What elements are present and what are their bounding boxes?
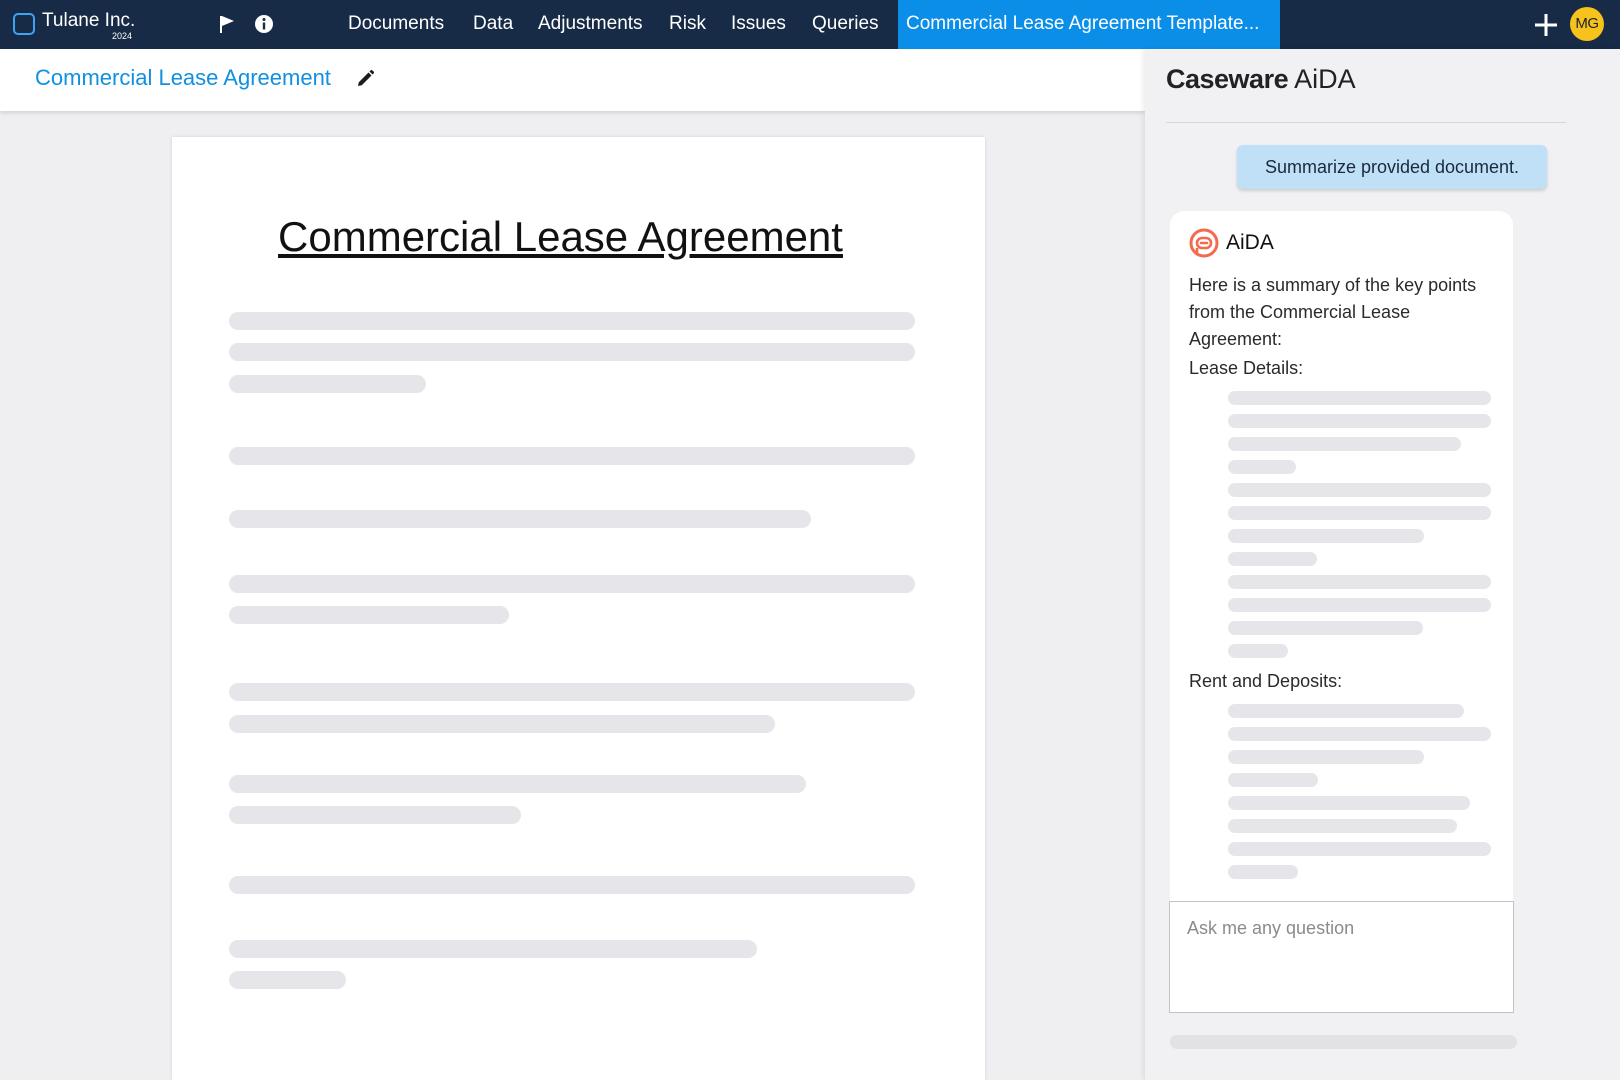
question-input-box[interactable] [1169,901,1514,1013]
text-placeholder-line [1228,598,1491,612]
text-placeholder-line [229,683,915,701]
panel-footer-placeholder [1170,1035,1517,1049]
text-placeholder-line [229,312,915,330]
tab-issues[interactable]: Issues [731,0,786,49]
text-placeholder-line [1228,621,1423,635]
company-name: Tulane Inc. [42,10,136,31]
text-placeholder-line [229,971,346,989]
top-navigation-bar: Tulane Inc. 2024 Documents Data Adjustme… [0,0,1620,49]
text-placeholder-line [1228,506,1491,520]
panel-brand-regular: AiDA [1288,64,1356,94]
flag-icon[interactable] [216,13,238,35]
text-placeholder-line [229,343,915,361]
panel-title: Caseware AiDA [1166,64,1356,95]
text-placeholder-line [229,806,521,824]
document-title: Commercial Lease Agreement [35,65,331,90]
tab-queries[interactable]: Queries [812,0,879,49]
assistant-name: AiDA [1226,231,1274,254]
section-rent-and-deposits: Rent and Deposits: [1189,671,1343,691]
text-placeholder-line [229,876,915,894]
tab-adjustments[interactable]: Adjustments [538,0,643,49]
user-avatar[interactable]: MG [1570,7,1604,41]
question-input[interactable] [1187,918,1497,939]
text-placeholder-line [1228,773,1318,787]
text-placeholder-line [1228,750,1424,764]
text-placeholder-line [1228,437,1461,451]
text-placeholder-line [1228,796,1470,810]
document-heading: Commercial Lease Agreement [278,213,843,260]
text-placeholder-line [1228,529,1424,543]
info-icon[interactable] [253,13,275,35]
plus-icon[interactable] [1533,12,1559,38]
tab-documents[interactable]: Documents [348,0,444,49]
text-placeholder-line [1228,704,1464,718]
text-placeholder-line [229,375,426,393]
text-placeholder-line [229,606,509,624]
text-placeholder-line [1228,460,1296,474]
panel-brand-bold: Caseware [1166,64,1289,94]
tab-data[interactable]: Data [473,0,513,49]
text-placeholder-line [1228,575,1491,589]
text-placeholder-line [1228,391,1491,405]
text-placeholder-line [229,775,806,793]
document-page: Commercial Lease Agreement [172,137,985,1080]
text-placeholder-line [229,940,757,958]
text-placeholder-line [229,510,811,528]
text-placeholder-line [1228,842,1491,856]
text-placeholder-line [1228,552,1317,566]
document-header: Commercial Lease Agreement [0,49,1145,111]
text-placeholder-line [1228,819,1457,833]
assistant-intro-text: Here is a summary of the key points from… [1189,275,1477,349]
panel-divider [1166,122,1566,123]
aida-panel: Caseware AiDA Summarize provided documen… [1145,49,1620,1080]
section-lease-details: Lease Details: [1189,358,1304,378]
tab-commercial-lease-template[interactable]: Commercial Lease Agreement Template... [898,0,1280,49]
aida-logo-icon [1189,228,1219,258]
text-placeholder-line [1228,727,1491,741]
assistant-response-card: AiDA Here is a summary of the key points… [1170,211,1513,936]
engagement-checkbox-icon [13,13,35,35]
text-placeholder-line [1228,644,1288,658]
text-placeholder-line [1228,483,1491,497]
tab-risk[interactable]: Risk [669,0,706,49]
text-placeholder-line [229,575,915,593]
text-placeholder-line [1228,865,1298,879]
text-placeholder-line [229,447,915,465]
user-message-bubble: Summarize provided document. [1237,145,1547,189]
text-placeholder-line [229,715,775,733]
text-placeholder-line [1228,414,1491,428]
engagement-year: 2024 [112,31,133,41]
pencil-icon[interactable] [355,69,375,89]
